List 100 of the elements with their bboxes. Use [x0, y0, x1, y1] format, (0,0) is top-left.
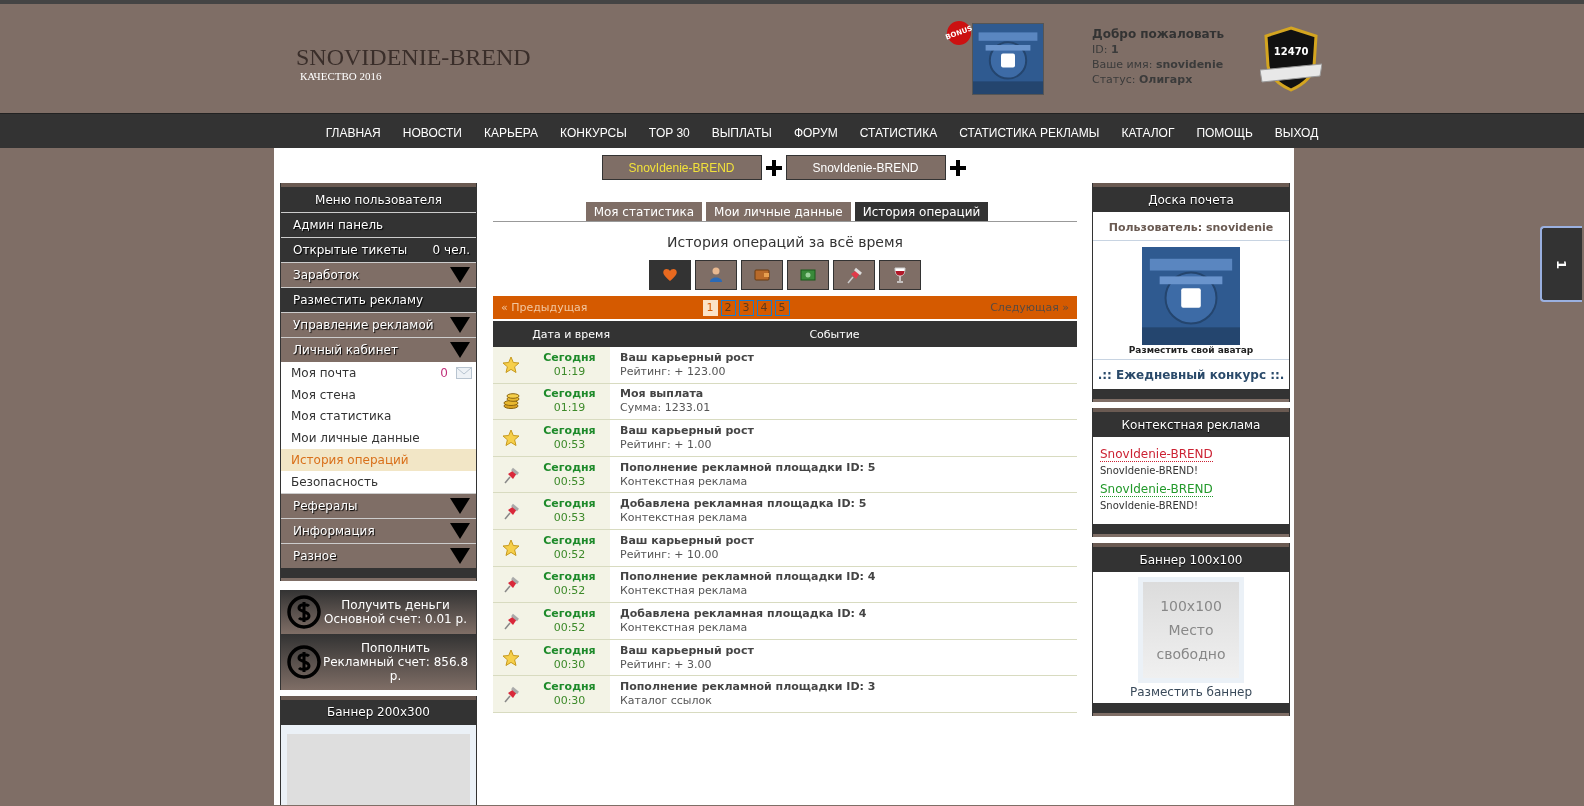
event-title: Ваш карьерный рост	[620, 533, 755, 548]
menu-item-label: Разное	[293, 548, 337, 563]
date-day: Сегодня	[543, 570, 596, 585]
nav-link[interactable]: ВЫПЛАТЫ	[700, 118, 783, 148]
tab[interactable]: История операций	[854, 202, 989, 221]
star-icon	[502, 429, 520, 447]
filter-button[interactable]	[649, 260, 691, 290]
submenu-label: Моя стена	[291, 387, 356, 402]
plus-icon	[764, 158, 783, 177]
date-day: Сегодня	[543, 643, 596, 658]
account-label: Пополнить Рекламный счет: 856.8 р.	[321, 640, 470, 683]
pushpin-icon	[502, 575, 520, 594]
menu-item[interactable]: Информация	[281, 517, 476, 543]
nav-link[interactable]: КОНКУРСЫ	[549, 118, 638, 148]
panel-title: Доска почета	[1093, 183, 1289, 212]
pushpin-icon	[502, 685, 520, 704]
event-detail: Сумма: 1233.01	[620, 401, 712, 416]
date-time: 00:52	[553, 584, 586, 599]
date-day: Сегодня	[543, 460, 596, 475]
user-name: Ваше имя: snovidenie	[1092, 56, 1225, 72]
ad-link[interactable]: SnovIdenie-BREND	[1100, 482, 1213, 497]
nav-link[interactable]: ФОРУМ	[782, 118, 849, 148]
menu-item[interactable]: Открытые тикеты 0 чел.	[281, 237, 476, 262]
place-banner-link[interactable]: Разместить баннер	[1129, 685, 1253, 699]
filter-button[interactable]	[833, 260, 875, 290]
nav-link[interactable]: КАРЬЕРА	[472, 118, 550, 148]
event-title: Пополнение рекламной площадки ID: 4	[620, 570, 877, 585]
star-icon	[502, 538, 520, 557]
date-day: Сегодня	[543, 387, 596, 402]
date-day: Сегодня	[543, 424, 596, 438]
submenu-item[interactable]: Безопасность	[281, 471, 476, 493]
menu-item[interactable]: Рефералы	[281, 492, 476, 518]
menu-item[interactable]: Админ панель	[281, 212, 476, 237]
ticket-count: 0 чел.	[432, 243, 470, 257]
event-detail: Контекстная реклама	[620, 620, 749, 635]
account-button[interactable]: Пополнить Рекламный счет: 856.8 р.	[280, 633, 477, 690]
caret-icon	[450, 547, 470, 564]
event-title: Добавлена рекламная площадка ID: 4	[620, 606, 868, 621]
coins-icon	[502, 392, 520, 411]
nav-link[interactable]: СТАТИСТИКА РЕКЛАМЫ	[948, 118, 1111, 148]
submenu-item[interactable]: Моя почта 0	[281, 362, 476, 384]
event-detail: Рейтинг: + 123.00	[620, 364, 727, 379]
pushpin-icon	[502, 502, 520, 521]
panel-title: Меню пользователя	[281, 183, 476, 212]
menu-item[interactable]: Разместить рекламу	[281, 287, 476, 312]
nav-link[interactable]: ВЫХОД	[1263, 118, 1330, 148]
menu-item[interactable]: Управление рекламой	[281, 312, 476, 337]
menu-item-label: Заработок	[293, 268, 360, 282]
tab[interactable]: Мои личные данные	[706, 202, 851, 221]
submenu-label: Моя статистика	[291, 409, 392, 424]
site-tagline: КАЧЕСТВО 2016	[300, 69, 383, 82]
date-day: Сегодня	[543, 606, 596, 621]
event-title: Ваш карьерный рост	[620, 643, 755, 658]
tab[interactable]: Моя статистика	[585, 202, 703, 221]
side-tab[interactable]: 1	[1540, 226, 1582, 302]
event-title: Добавлена рекламная площадка ID: 5	[620, 497, 868, 512]
contest-link[interactable]: .:: Ежедневный конкурс ::.	[1093, 360, 1289, 389]
nav-link[interactable]: КАТАЛОГ	[1110, 118, 1186, 148]
submenu-label: История операций	[291, 453, 409, 468]
date-day: Сегодня	[543, 680, 596, 695]
submenu-item[interactable]: Моя стена	[281, 383, 476, 406]
nav-link[interactable]: СТАТИСТИКА	[848, 118, 949, 148]
welcome-title: Добро пожаловать	[1092, 26, 1225, 42]
nav-link[interactable]: ГЛАВНАЯ	[314, 118, 392, 148]
menu-item-label: Открытые тикеты	[293, 243, 408, 257]
nav-link[interactable]: TOP 30	[637, 118, 701, 148]
dollar-icon	[287, 594, 321, 629]
star-icon	[502, 355, 520, 374]
account-label: Получить деньги Основной счет: 0.01 р.	[323, 597, 468, 626]
ad-link[interactable]: SnovIdenie-BREND	[1100, 447, 1213, 462]
promo-button[interactable]: SnovIdenie-BREND	[601, 155, 762, 180]
nav-link[interactable]: ПОМОЩЬ	[1185, 118, 1264, 148]
ad-text: SnovIdenie-BREND!	[1100, 500, 1199, 511]
account-button[interactable]: Получить деньги Основной счет: 0.01 р.	[280, 589, 477, 634]
event-title: Ваш карьерный рост	[620, 350, 755, 365]
pushpin-icon	[845, 266, 863, 284]
submenu-item[interactable]: Мои личные данные	[281, 427, 476, 450]
caret-icon	[450, 317, 470, 333]
nav-link[interactable]: НОВОСТИ	[391, 118, 473, 148]
user-id: ID: 1	[1092, 41, 1120, 57]
event-detail: Контекстная реклама	[620, 511, 749, 526]
honor-user: Пользователь: snovidenie	[1093, 212, 1289, 241]
caret-icon	[450, 522, 470, 539]
date-day: Сегодня	[543, 533, 596, 548]
user-status: Статус: Олигарх	[1092, 71, 1194, 87]
menu-item[interactable]: Заработок	[281, 262, 476, 287]
menu-item[interactable]: Личный кабинет	[281, 337, 476, 362]
date-day: Сегодня	[543, 497, 596, 512]
caret-icon	[450, 497, 470, 514]
avatar-caption[interactable]: Разместить свой аватар	[1128, 345, 1254, 355]
filter-button[interactable]	[879, 260, 921, 290]
promo-button[interactable]: SnovIdenie-BREND	[785, 155, 946, 180]
date-time: 00:53	[553, 438, 586, 452]
caret-icon	[450, 267, 470, 283]
pushpin-icon	[502, 465, 520, 484]
caret-icon	[450, 342, 470, 358]
submenu-item[interactable]: Моя статистика	[281, 405, 476, 428]
filter-button[interactable]	[695, 260, 737, 290]
menu-item[interactable]: Разное	[281, 542, 476, 568]
person-icon	[707, 266, 725, 284]
